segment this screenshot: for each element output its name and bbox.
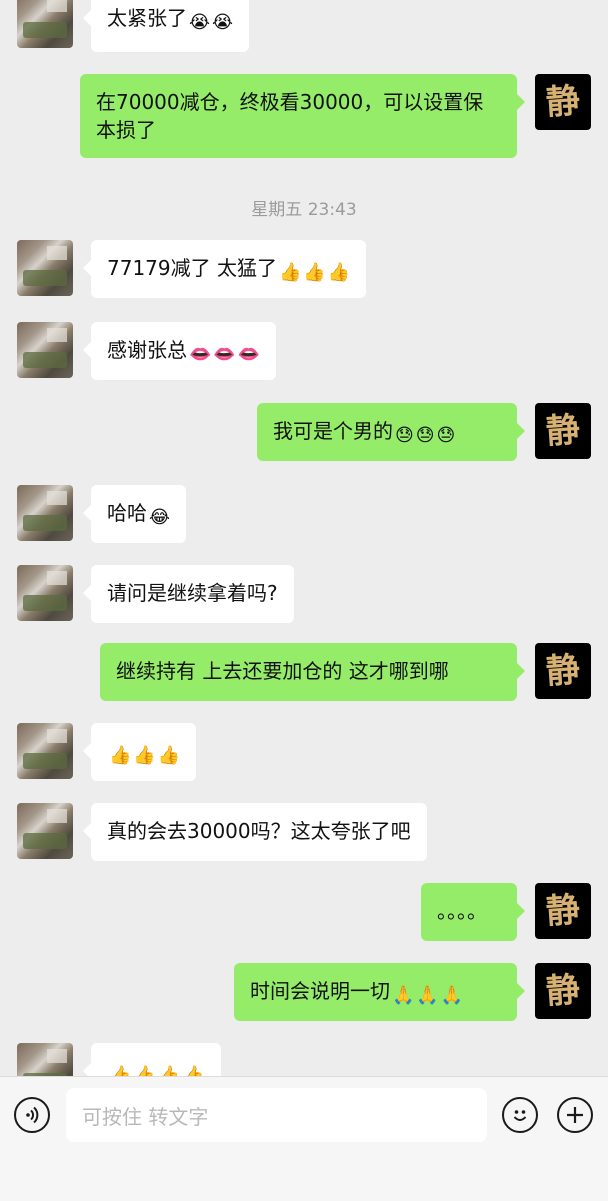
sweat-emoji-icon: 😓 [415,425,435,446]
my-avatar[interactable]: 静 [535,403,591,459]
lips-icon: 👄 [213,344,236,365]
message-bubble[interactable]: 时间会说明一切 🙏 🙏 🙏 [234,963,525,1021]
thumbs-up-icon: 👍 [278,262,302,283]
laughing-tears-icon: 😂 [149,507,171,528]
thumbs-up-icon: 👍 [182,1065,205,1076]
message-bubble[interactable]: 👍 👍 👍 [82,723,197,781]
message-text: 我可是个男的 [273,419,393,443]
message-bubble[interactable]: 哈哈 😂 [82,485,187,543]
message-input[interactable]: 可按住 转文字 [66,1088,487,1142]
my-avatar[interactable]: 静 [535,963,591,1019]
emoji-icon [513,1110,527,1121]
message-bubble[interactable]: 请问是继续拿着吗? [83,565,294,623]
message-text: 感谢张总 [107,338,187,362]
timestamp: 星期五 23:43 [251,200,357,220]
message-text: 哈哈 [107,501,147,525]
thumbs-up-icon: 👍 [327,262,351,283]
plus-button[interactable] [557,1097,593,1133]
avatar-glyph: 静 [544,649,582,693]
praying-hands-icon: 🙏 [416,985,439,1006]
contact-avatar[interactable] [17,565,73,621]
thumbs-up-icon: 👍 [157,745,181,766]
message-text: 请问是继续拿着吗? [107,581,278,605]
avatar-glyph: 静 [544,80,582,124]
praying-hands-icon: 🙏 [440,985,464,1006]
voice-button[interactable] [14,1097,50,1133]
message-text: 77179减了 太猛了 [107,256,277,280]
praying-hands-icon: 🙏 [392,985,415,1006]
plus-icon [567,1107,583,1123]
message-bubble[interactable]: 真的会去30000吗？这太夸张了吧 [83,803,427,861]
avatar-glyph: 静 [544,409,582,453]
avatar-glyph: 静 [544,969,582,1013]
contact-avatar[interactable] [17,803,73,859]
crying-emoji-icon: 😭 [189,12,211,33]
message-text: 时间会说明一切 [250,979,390,1003]
lips-icon: 👄 [189,344,212,365]
chat-area[interactable]: 太紧张了 😭 😭 在70000减仓，终极看30000，可以设置保本损了 静 星期五 … [0,0,608,1076]
voice-icon [26,1106,39,1124]
my-avatar[interactable]: 静 [535,643,591,699]
thumbs-up-icon: 👍 [133,1065,156,1076]
lips-icon: 👄 [237,344,261,365]
my-avatar[interactable]: 静 [535,883,591,939]
message-text: 继续持有 上去还要加仓的 这才哪到哪 [116,659,449,683]
message-text: 太紧张了 [107,6,187,30]
thumbs-up-icon: 👍 [157,1065,181,1076]
message-text: 。。。。 [437,899,487,923]
message-bubble[interactable]: 👍 👍 👍 👍 [83,1043,221,1076]
message-bubble[interactable]: 我可是个男的 😓 😓 😓 [257,403,525,461]
crying-emoji-icon: 😭 [212,12,234,33]
contact-avatar[interactable] [17,1043,73,1076]
thumbs-up-icon: 👍 [133,745,156,766]
thumbs-up-icon: 👍 [303,262,326,283]
my-avatar[interactable]: 静 [535,74,591,130]
message-bubble[interactable]: 继续持有 上去还要加仓的 这才哪到哪 [100,643,525,701]
sweat-emoji-icon: 😓 [395,425,414,446]
message-bubble[interactable]: 感谢张总 👄 👄 👄 [82,322,277,380]
sweat-emoji-icon: 😓 [436,425,456,446]
message-text: 真的会去30000吗？这太夸张了吧 [107,819,411,843]
emoji-button[interactable] [502,1097,538,1133]
contact-avatar[interactable] [17,723,73,779]
input-placeholder: 可按住 转文字 [82,1104,209,1129]
message-bubble[interactable]: 。。。。 [421,883,525,941]
thumbs-up-icon: 👍 [109,1065,132,1076]
thumbs-up-icon: 👍 [109,745,132,766]
message-bubble[interactable]: 太紧张了 😭 😭 [82,0,250,52]
message-text: 在70000减仓，终极看30000，可以设置保本损了 [96,90,484,142]
message-bubble[interactable]: 在70000减仓，终极看30000，可以设置保本损了 [80,74,525,158]
contact-avatar[interactable] [17,485,73,541]
avatar-glyph: 静 [544,889,582,933]
contact-avatar[interactable] [17,322,73,378]
contact-avatar[interactable] [17,0,73,48]
message-bubble[interactable]: 77179减了 太猛了 👍 👍 👍 [82,240,367,298]
input-bar: 可按住 转文字 [0,1076,608,1201]
contact-avatar[interactable] [17,240,73,296]
